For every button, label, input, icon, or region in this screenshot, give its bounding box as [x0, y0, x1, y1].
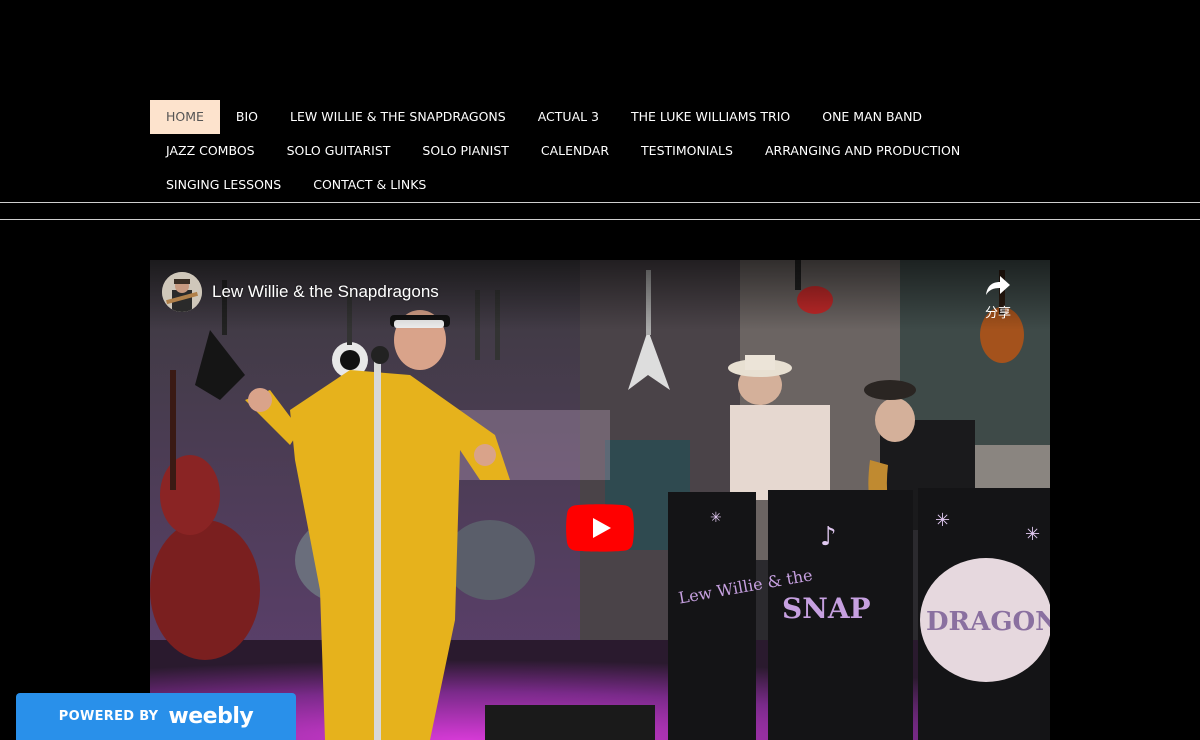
share-button[interactable]: 分享	[978, 274, 1018, 321]
nav-item-arranging-production[interactable]: ARRANGING AND PRODUCTION	[749, 134, 976, 168]
share-icon	[986, 276, 1010, 295]
video-thumbnail: Lew Willie & the SNAP DRAGONS ✳ ✳ ✳ ♪	[150, 260, 1050, 740]
stand-center-text: SNAP	[782, 592, 871, 625]
divider-top	[0, 202, 1200, 203]
svg-text:✳: ✳	[935, 510, 950, 531]
stand-right-text: DRAGONS	[926, 607, 1050, 637]
svg-text:♪: ♪	[820, 522, 837, 552]
weebly-logo: weebly	[168, 704, 254, 729]
video-title[interactable]: Lew Willie & the Snapdragons	[212, 282, 439, 302]
channel-avatar[interactable]	[162, 272, 202, 312]
nav-item-singing-lessons[interactable]: SINGING LESSONS	[150, 168, 297, 202]
svg-text:✳: ✳	[1025, 524, 1040, 545]
page: HOME BIO LEW WILLIE & THE SNAPDRAGONS AC…	[0, 0, 1200, 740]
main-nav: HOME BIO LEW WILLIE & THE SNAPDRAGONS AC…	[150, 100, 1050, 202]
nav-item-bio[interactable]: BIO	[220, 100, 274, 134]
avatar-icon	[162, 272, 202, 312]
svg-text:✳: ✳	[710, 510, 722, 526]
nav-item-snapdragons[interactable]: LEW WILLIE & THE SNAPDRAGONS	[274, 100, 522, 134]
video-player[interactable]: Lew Willie & the SNAP DRAGONS ✳ ✳ ✳ ♪ Le…	[150, 260, 1050, 740]
nav-item-actual-3[interactable]: ACTUAL 3	[522, 100, 615, 134]
play-icon	[566, 504, 634, 552]
powered-by-weebly-badge[interactable]: POWERED BY weebly	[16, 693, 296, 740]
share-label: 分享	[984, 306, 1011, 321]
play-button[interactable]	[566, 504, 634, 552]
nav-item-home[interactable]: HOME	[150, 100, 220, 134]
nav-item-jazz-combos[interactable]: JAZZ COMBOS	[150, 134, 271, 168]
powered-by-label: POWERED BY	[58, 709, 159, 724]
nav-item-one-man-band[interactable]: ONE MAN BAND	[806, 100, 938, 134]
divider-bottom	[0, 219, 1200, 220]
nav-item-contact-links[interactable]: CONTACT & LINKS	[297, 168, 442, 202]
nav-item-solo-guitarist[interactable]: SOLO GUITARIST	[271, 134, 407, 168]
nav-item-calendar[interactable]: CALENDAR	[525, 134, 625, 168]
nav-item-testimonials[interactable]: TESTIMONIALS	[625, 134, 749, 168]
nav-item-solo-pianist[interactable]: SOLO PIANIST	[406, 134, 525, 168]
nav-item-luke-williams-trio[interactable]: THE LUKE WILLIAMS TRIO	[615, 100, 806, 134]
